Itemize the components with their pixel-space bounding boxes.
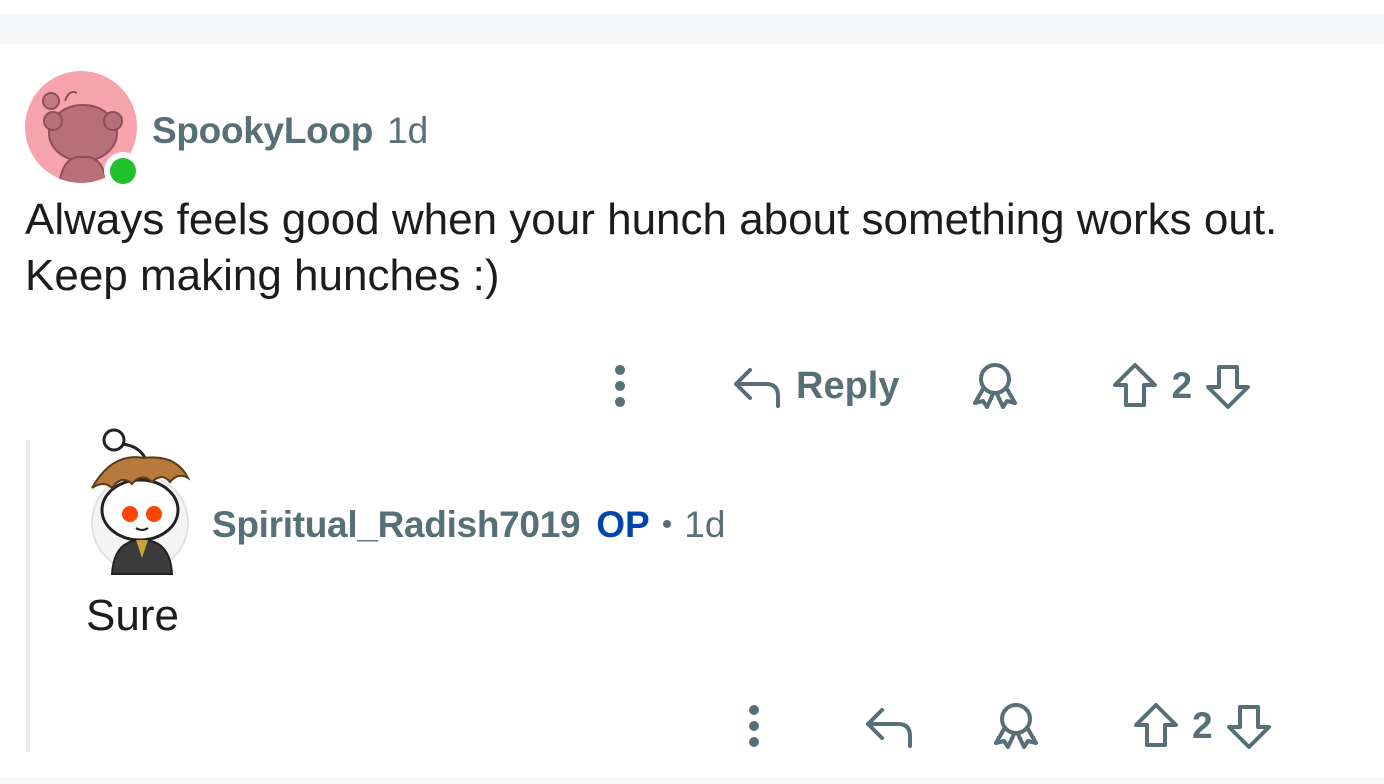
more-vertical-icon (749, 705, 759, 747)
more-options-button[interactable] (730, 696, 778, 756)
snoo-avatar-icon (91, 428, 191, 575)
reply-label: Reply (796, 364, 900, 407)
thread-line[interactable] (26, 440, 30, 752)
comment-age: 1d (684, 504, 726, 545)
downvote-arrow-icon[interactable] (1202, 361, 1254, 411)
reply-arrow-icon (866, 708, 912, 748)
comment-meta: Spiritual_Radish7019 OP • 1d (212, 500, 725, 550)
reply-arrow-icon (734, 368, 780, 408)
op-badge: OP (596, 504, 650, 545)
meta-separator: • (661, 508, 673, 541)
username-link[interactable]: SpookyLoop (152, 110, 373, 152)
award-button[interactable] (969, 356, 1021, 416)
downvote-arrow-icon[interactable] (1223, 701, 1275, 751)
more-options-button[interactable] (596, 356, 644, 416)
vote-count: 2 (1192, 705, 1213, 746)
award-icon (994, 703, 1038, 749)
reply-button[interactable]: Reply (732, 356, 899, 416)
comment-meta: SpookyLoop 1d (152, 106, 428, 156)
more-vertical-icon (615, 365, 625, 407)
award-button[interactable] (990, 696, 1042, 756)
avatar[interactable] (82, 428, 194, 578)
comment-body: Always feels good when your hunch about … (25, 195, 1278, 300)
vote-controls: 2 (1130, 696, 1275, 756)
award-icon (973, 363, 1018, 409)
top-divider (0, 14, 1384, 44)
comment-actions: 2 (730, 696, 1275, 756)
bottom-divider (0, 778, 1384, 784)
vote-controls: 2 (1109, 356, 1254, 416)
vote-count: 2 (1171, 365, 1193, 406)
comment-thread: SpookyLoop 1d Always feels good when you… (0, 0, 1384, 784)
comment-body: Sure (86, 591, 179, 640)
upvote-arrow-icon[interactable] (1109, 361, 1161, 411)
comment-actions: Reply 2 (596, 356, 1254, 416)
reply-button[interactable] (864, 696, 916, 756)
upvote-arrow-icon[interactable] (1130, 701, 1182, 751)
comment-age: 1d (387, 110, 429, 151)
online-status-indicator (104, 152, 142, 190)
username-link[interactable]: Spiritual_Radish7019 (212, 504, 581, 546)
